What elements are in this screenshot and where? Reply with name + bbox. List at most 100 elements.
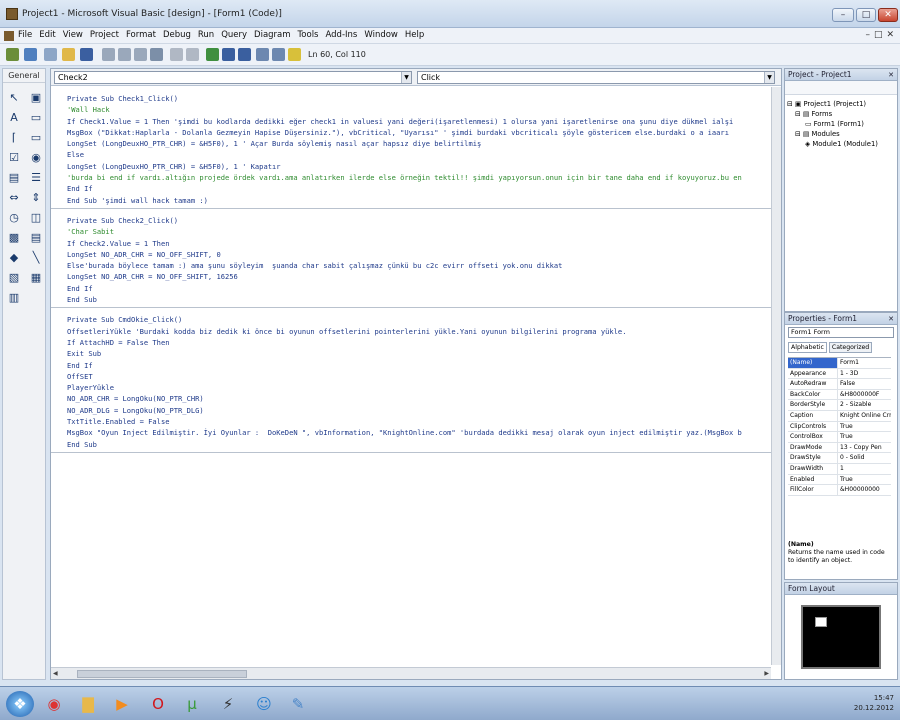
close-button[interactable]: ✕: [878, 8, 898, 22]
property-value[interactable]: &H00000000: [838, 485, 891, 495]
code-line[interactable]: End Sub: [67, 439, 771, 450]
property-row[interactable]: FillColor &H00000000: [788, 485, 891, 496]
property-row[interactable]: DrawMode 13 - Copy Pen: [788, 442, 891, 454]
end-icon[interactable]: [238, 48, 251, 61]
paste-icon[interactable]: [134, 48, 147, 61]
object-selector[interactable]: Form1 Form: [788, 327, 894, 338]
menu-project[interactable]: Project: [90, 30, 119, 40]
property-value[interactable]: False: [838, 379, 891, 389]
timer-tool-icon[interactable]: ◷: [6, 209, 22, 225]
property-row[interactable]: Enabled True: [788, 474, 891, 486]
open-project-icon[interactable]: [62, 48, 75, 61]
property-value[interactable]: &H8000000F: [838, 390, 891, 400]
code-line[interactable]: If Check2.Value = 1 Then: [67, 238, 771, 249]
code-line[interactable]: End Sub 'şimdi wall hack tamam :): [67, 195, 771, 206]
winamp-icon[interactable]: ⚡: [214, 691, 242, 717]
checkbox-tool-icon[interactable]: ☑: [6, 149, 22, 165]
tab-alphabetic[interactable]: Alphabetic: [788, 342, 827, 353]
pointer-tool-icon[interactable]: ↖: [6, 89, 22, 105]
close-icon[interactable]: ✕: [888, 69, 894, 81]
property-row[interactable]: ClipControls True: [788, 421, 891, 433]
property-value[interactable]: 1: [838, 464, 891, 474]
menu-query[interactable]: Query: [221, 30, 247, 40]
code-line[interactable]: End Sub: [67, 294, 771, 305]
minimize-button[interactable]: –: [832, 8, 854, 22]
scroll-left-icon[interactable]: ◀: [53, 670, 58, 677]
property-row[interactable]: AutoRedraw False: [788, 379, 891, 390]
property-value[interactable]: True: [838, 475, 891, 485]
menu-tools[interactable]: Tools: [298, 30, 319, 40]
code-line[interactable]: End If: [67, 283, 771, 294]
code-line[interactable]: OffSET: [67, 371, 771, 382]
toolbox-header[interactable]: General: [3, 69, 45, 83]
properties-window-icon[interactable]: [272, 48, 285, 61]
properties-grid[interactable]: (Name) Form1 Appearance 1 - 3D AutoRedraw Fal…: [788, 357, 891, 496]
vertical-scrollbar[interactable]: [771, 87, 781, 665]
code-line[interactable]: LongSet (LongDeuxHO_PTR_CHR) = &H5F0), 1…: [67, 161, 771, 172]
dirlistbox-tool-icon[interactable]: ▩: [6, 229, 22, 245]
textbox-tool-icon[interactable]: ▭: [28, 109, 44, 125]
property-value[interactable]: True: [838, 432, 891, 442]
chevron-down-icon[interactable]: ▼: [401, 72, 411, 83]
property-row[interactable]: Appearance 1 - 3D: [788, 368, 891, 380]
code-line[interactable]: NO_ADR_CHR = LongOku(NO_PTR_CHR): [67, 393, 771, 404]
code-line[interactable]: Exit Sub: [67, 348, 771, 359]
save-project-icon[interactable]: [80, 48, 93, 61]
menu-help[interactable]: Help: [405, 30, 424, 40]
utorrent-icon[interactable]: µ: [178, 691, 206, 717]
menu-view[interactable]: View: [63, 30, 83, 40]
code-line[interactable]: 'Wall Hack: [67, 104, 771, 115]
picturebox-tool-icon[interactable]: ▣: [28, 89, 44, 105]
folder-icon[interactable]: ▇: [74, 691, 102, 717]
property-value[interactable]: 2 - Sizable: [838, 400, 891, 410]
menu-format[interactable]: Format: [126, 30, 156, 40]
mdi-minimize-button[interactable]: –: [865, 30, 870, 40]
property-value[interactable]: Knight Online Crr: [838, 411, 891, 421]
add-project-icon[interactable]: [6, 48, 19, 61]
add-form-icon[interactable]: [24, 48, 37, 61]
mdi-restore-button[interactable]: □: [874, 30, 883, 40]
menu-file[interactable]: File: [18, 30, 32, 40]
shape-tool-icon[interactable]: ◆: [6, 249, 22, 265]
ole-tool-icon[interactable]: ▥: [6, 289, 22, 305]
line-tool-icon[interactable]: ╲: [28, 249, 44, 265]
frame-tool-icon[interactable]: ⌈: [6, 129, 22, 145]
code-line[interactable]: MsgBox ("Dikkat:Haplarla - Dolanla Gezme…: [67, 127, 771, 138]
layout-form-preview[interactable]: [815, 617, 827, 627]
start-icon[interactable]: [206, 48, 219, 61]
find-icon[interactable]: [150, 48, 163, 61]
chrome-icon[interactable]: ◉: [40, 691, 68, 717]
code-line[interactable]: LongSet (LongDeuxHO_PTR_CHR) = &H5F0), 1…: [67, 138, 771, 149]
code-line[interactable]: OffsetleriYükle 'Burdaki kodda biz dedik…: [67, 326, 771, 337]
code-editor[interactable]: Private Sub Check1_Click() 'Wall Hack If C…: [51, 87, 771, 665]
code-line[interactable]: End If: [67, 360, 771, 371]
property-value[interactable]: 13 - Copy Pen: [838, 443, 891, 453]
code-line[interactable]: Private Sub CmdOkie_Click(): [67, 314, 771, 325]
property-row[interactable]: BackColor &H8000000F: [788, 389, 891, 401]
code-line[interactable]: End If: [67, 183, 771, 194]
property-value[interactable]: 0 - Solid: [838, 453, 891, 463]
media-player-icon[interactable]: ▶: [108, 691, 136, 717]
menu-debug[interactable]: Debug: [163, 30, 191, 40]
code-line[interactable]: Private Sub Check2_Click(): [67, 215, 771, 226]
tree-module1[interactable]: ◈ Module1 (Module1): [787, 139, 895, 149]
code-line[interactable]: If AttachHD = False Then: [67, 337, 771, 348]
code-line[interactable]: LongSet NO_ADR_CHR = NO_OFF_SHIFT, 0: [67, 249, 771, 260]
menu-run[interactable]: Run: [198, 30, 214, 40]
menu-window[interactable]: Window: [364, 30, 398, 40]
code-line[interactable]: 'Char Sabit: [67, 226, 771, 237]
tab-categorized[interactable]: Categorized: [828, 342, 873, 353]
image-tool-icon[interactable]: ▧: [6, 269, 22, 285]
tree-modules-folder[interactable]: ⊟ ▤ Modules: [787, 129, 895, 139]
drivelistbox-tool-icon[interactable]: ◫: [28, 209, 44, 225]
redo-icon[interactable]: [186, 48, 199, 61]
filelistbox-tool-icon[interactable]: ▤: [28, 229, 44, 245]
code-line[interactable]: PlayerYükle: [67, 382, 771, 393]
property-row[interactable]: Caption Knight Online Crr: [788, 410, 891, 422]
data-tool-icon[interactable]: ▦: [28, 269, 44, 285]
property-value[interactable]: 1 - 3D: [838, 369, 891, 379]
menu-editor-icon[interactable]: [44, 48, 57, 61]
messenger-icon[interactable]: ☺: [250, 691, 278, 717]
property-value[interactable]: True: [838, 422, 891, 432]
code-line[interactable]: Else'burada böylece tamam :) ama şunu sö…: [67, 260, 771, 271]
